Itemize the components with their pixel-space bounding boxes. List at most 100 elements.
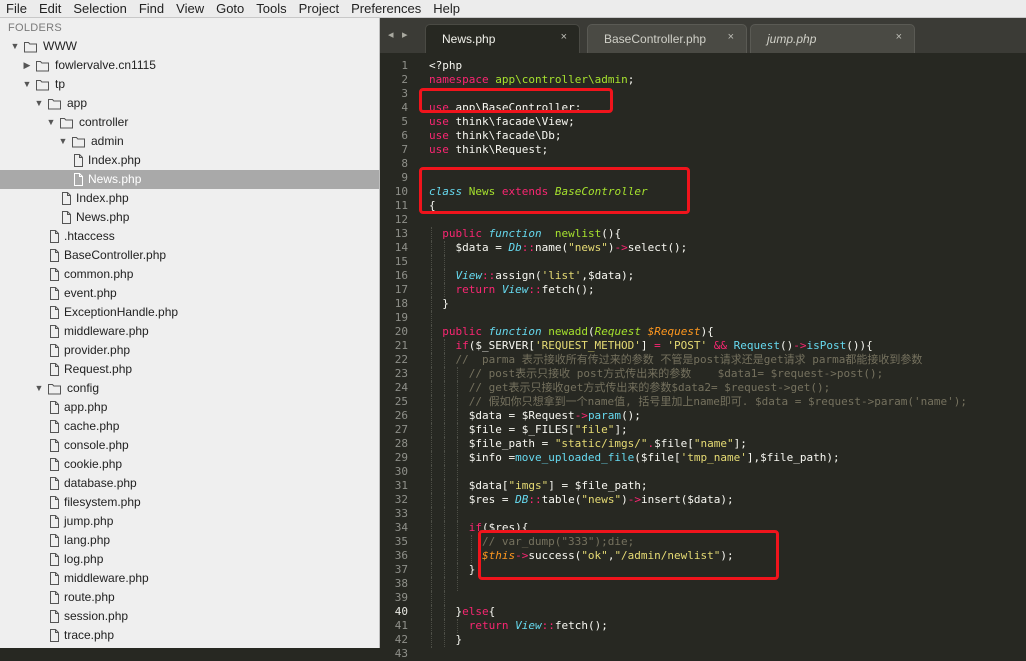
disclosure-expanded-icon[interactable]: ▼ [34,94,44,113]
code-line[interactable]: // post表示只接收 post方式传出来的参数 $data1= $reque… [469,367,884,381]
tab-news-php[interactable]: News.php × [425,24,580,53]
code-line[interactable]: } [469,563,476,577]
file-item[interactable]: console.php [0,436,379,455]
code-token: public [442,325,482,338]
code-line[interactable]: } [442,297,449,311]
file-item[interactable]: middleware.php [0,322,379,341]
file-item[interactable]: BaseController.php [0,246,379,265]
file-item[interactable]: database.php [0,474,379,493]
folder-item[interactable]: ▼ tp [0,75,379,94]
menu-preferences[interactable]: Preferences [345,0,427,18]
code-line[interactable]: if($_SERVER['REQUEST_METHOD'] = 'POST' &… [455,339,872,353]
code-line[interactable]: $file = $_FILES["file"]; [469,423,628,437]
file-label: common.php [64,267,134,281]
disclosure-expanded-icon[interactable]: ▼ [58,132,68,151]
file-item[interactable]: event.php [0,284,379,303]
code-token: $data = $Request [468,409,575,422]
file-item[interactable]: provider.php [0,341,379,360]
file-item[interactable]: cache.php [0,417,379,436]
menu-file[interactable]: File [0,0,33,18]
disclosure-expanded-icon[interactable]: ▼ [46,113,56,132]
disclosure-expanded-icon[interactable]: ▼ [34,379,44,398]
menu-goto[interactable]: Goto [210,0,250,18]
indent-guide [457,423,459,437]
file-item[interactable]: lang.php [0,531,379,550]
file-item[interactable]: .htaccess [0,227,379,246]
menu-tools[interactable]: Tools [250,0,292,18]
code-line[interactable]: public function newadd(Request $Request)… [442,325,714,339]
code-line[interactable]: $file_path = "static/imgs/".$file["name"… [469,437,747,451]
menu-find[interactable]: Find [133,0,170,18]
tab-jump-php[interactable]: jump.php × [750,24,915,53]
code-line[interactable]: // get表示只接收get方式传出来的参数$data2= $request->… [469,381,831,395]
indent-guide [431,227,432,241]
close-icon[interactable]: × [896,31,902,43]
file-item[interactable]: common.php [0,265,379,284]
code-line[interactable]: } [455,633,462,647]
file-item[interactable]: Index.php [0,189,379,208]
file-icon [48,230,61,243]
code-line[interactable]: <?php [429,59,462,73]
code-line[interactable]: $res = DB::table("news")->insert($data); [469,493,734,507]
code-token: assign( [495,269,542,282]
menu-help[interactable]: Help [427,0,466,18]
code-line[interactable]: // parma 表示接收所有传过来的参数 不管是post请求还是get请求 p… [455,353,922,367]
file-item[interactable]: cookie.php [0,455,379,474]
file-item[interactable]: middleware.php [0,569,379,588]
file-item[interactable]: app.php [0,398,379,417]
file-item[interactable]: filesystem.php [0,493,379,512]
code-line[interactable]: return View::fetch(); [455,283,594,297]
close-icon[interactable]: × [561,31,567,43]
menu-edit[interactable]: Edit [33,0,67,18]
file-item[interactable]: Request.php [0,360,379,379]
file-item[interactable]: session.php [0,607,379,626]
tab-basecontroller-php[interactable]: BaseController.php × [587,24,747,53]
code-line[interactable]: $data["imgs"] = $file_path; [469,479,648,493]
disclosure-expanded-icon[interactable]: ▼ [22,75,32,94]
code-line[interactable]: use think\facade\View; [429,115,575,129]
code-line[interactable]: $data = $Request->param(); [469,409,641,423]
close-icon[interactable]: × [728,31,734,43]
code-token: ($file[ [634,451,681,464]
tab-back-icon[interactable]: ◂ [388,28,394,41]
file-item[interactable]: jump.php [0,512,379,531]
file-item[interactable]: News.php [0,170,379,189]
file-item[interactable]: log.php [0,550,379,569]
code-line[interactable]: use think\Request; [429,143,548,157]
file-item[interactable]: News.php [0,208,379,227]
code-line[interactable]: use think\facade\Db; [429,129,561,143]
folder-item[interactable]: ▼ WWW [0,37,379,56]
menu-selection[interactable]: Selection [67,0,132,18]
menu-project[interactable]: Project [293,0,345,18]
line-number: 1 [401,59,408,72]
indent-guide [431,549,432,563]
code-line[interactable]: namespace app\controller\admin; [429,73,634,87]
file-item[interactable]: ExceptionHandle.php [0,303,379,322]
file-item[interactable]: trace.php [0,626,379,645]
code-token: } [442,297,449,310]
code-line[interactable]: $info =move_uploaded_file($file['tmp_nam… [469,451,840,465]
indent-guide [457,577,459,591]
folder-item[interactable]: ▼ admin [0,132,379,151]
disclosure-collapsed-icon[interactable]: ▶ [22,56,32,75]
file-item[interactable]: route.php [0,588,379,607]
file-icon [48,572,61,585]
code-token: View [455,269,482,282]
folder-item[interactable]: ▶ fowlervalve.cn1115 [0,56,379,75]
code-token: :: [541,619,555,632]
indent-guide [431,605,432,619]
code-line[interactable]: $data = Db::name("news")->select(); [455,241,687,255]
folder-item[interactable]: ▼ config [0,379,379,398]
file-item[interactable]: Index.php [0,151,379,170]
code-line[interactable]: return View::fetch(); [469,619,608,633]
folder-item[interactable]: ▼ app [0,94,379,113]
folder-item[interactable]: ▼ controller [0,113,379,132]
menu-view[interactable]: View [170,0,210,18]
code-line[interactable]: public function newlist(){ [442,227,621,241]
code-line[interactable]: }else{ [455,605,495,619]
disclosure-expanded-icon[interactable]: ▼ [10,37,20,56]
indent-guide [457,367,459,381]
code-line[interactable]: View::assign('list',$data); [455,269,634,283]
tab-forward-icon[interactable]: ▸ [402,28,408,41]
code-line[interactable]: // 假如你只想拿到一个name值, 括号里加上name即可. $data = … [469,395,967,409]
